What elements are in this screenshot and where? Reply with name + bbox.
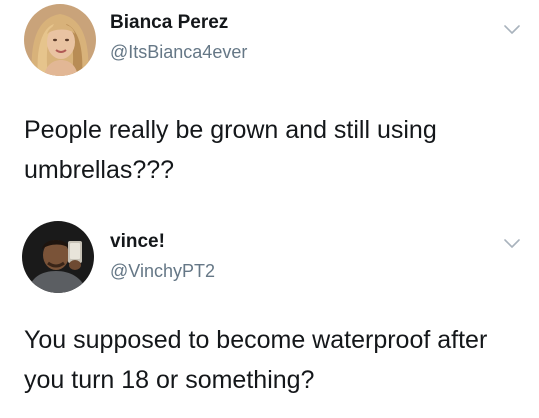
- chevron-down-icon[interactable]: [503, 238, 521, 250]
- profile-photo-icon: [22, 221, 94, 293]
- tweet-card[interactable]: Bianca Perez @ItsBianca4ever People real…: [0, 0, 539, 210]
- display-name[interactable]: vince!: [110, 231, 165, 253]
- display-name[interactable]: Bianca Perez: [110, 12, 228, 34]
- user-handle[interactable]: @ItsBianca4ever: [110, 42, 247, 63]
- tweet-text: People really be grown and still using u…: [24, 116, 437, 184]
- tweet-card[interactable]: vince! @VinchyPT2 You supposed to become…: [0, 210, 539, 418]
- avatar[interactable]: [22, 221, 94, 293]
- chevron-down-icon[interactable]: [503, 24, 521, 36]
- tweet-text: You supposed to become waterproof after …: [24, 326, 488, 394]
- profile-photo-icon: [24, 4, 96, 76]
- user-handle[interactable]: @VinchyPT2: [110, 261, 215, 282]
- avatar[interactable]: [24, 4, 96, 76]
